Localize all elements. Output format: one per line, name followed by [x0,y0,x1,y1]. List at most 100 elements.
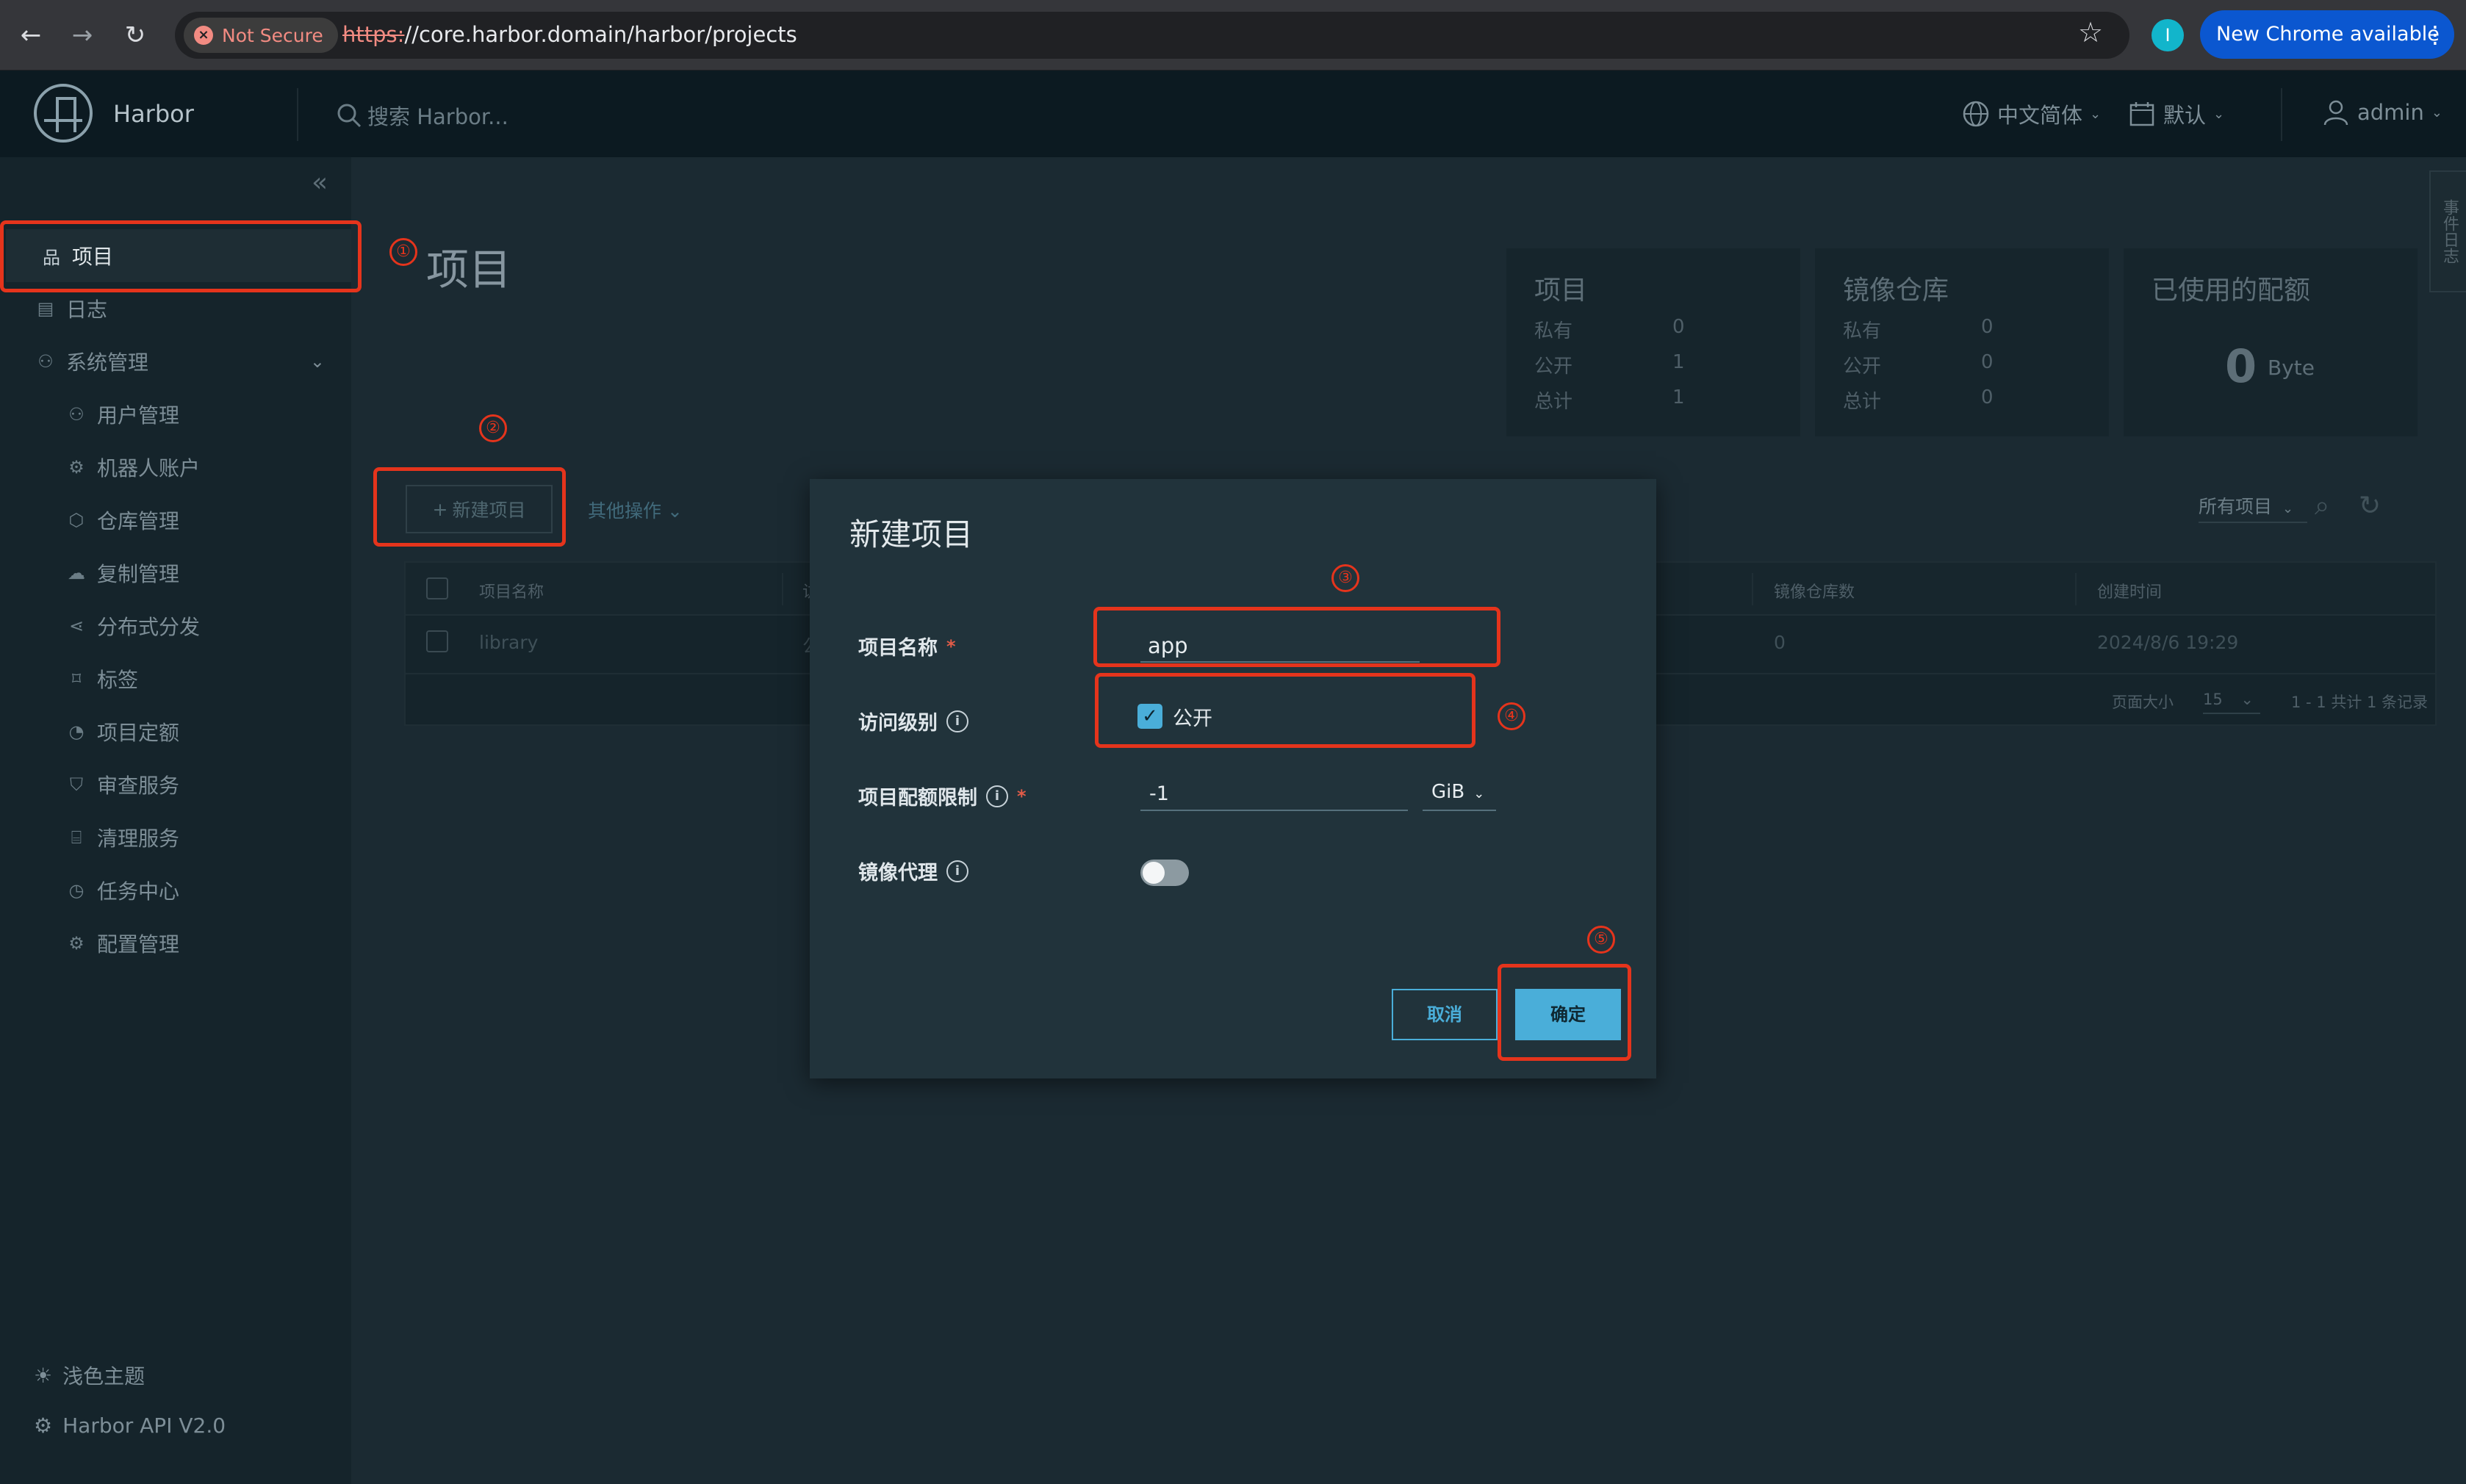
annotation-box-4 [1095,673,1475,748]
sidebar-item-robot-accounts[interactable]: ⚙ 机器人账户 [0,441,351,494]
annotation-box-3 [1093,607,1500,667]
stat-card-title: 已使用的配额 [2152,275,2311,306]
column-header-name[interactable]: 项目名称 [479,579,544,602]
api-label: Harbor API V2.0 [62,1413,226,1438]
project-filter-dropdown[interactable]: 所有项目 ⌄ [2199,492,2307,523]
sidebar-item-project-quotas[interactable]: ◔ 项目定额 [0,705,351,758]
sidebar-item-registries[interactable]: ⬡ 仓库管理 [0,494,351,547]
sun-icon: ☀ [34,1363,53,1388]
language-label: 中文简体 [1997,103,2083,128]
chevron-down-icon: ⌄ [666,500,683,522]
modal-title: 新建项目 [849,516,974,552]
info-icon[interactable]: i [946,710,968,732]
chevron-down-icon: ⌄ [2213,106,2225,122]
proxy-cache-toggle[interactable] [1140,860,1189,886]
search-placeholder: 搜索 Harbor... [367,104,508,129]
header-divider [2281,88,2282,141]
distribution-icon: ⋖ [68,616,85,636]
sidebar-item-distributions[interactable]: ⋖ 分布式分发 [0,599,351,652]
column-header-repo-count[interactable]: 镜像仓库数 [1774,579,1855,602]
refresh-icon[interactable]: ↻ [2359,491,2381,521]
users-icon: ⚇ [68,404,85,425]
reload-icon[interactable]: ↻ [118,18,153,53]
replication-icon: ☁ [68,563,85,583]
other-actions-dropdown[interactable]: 其他操作 ⌄ [588,497,683,523]
url-scheme: https: [342,22,405,47]
sidebar-item-interrogation[interactable]: ⛉ 审查服务 [0,758,351,811]
projects-stat-card: 项目 私有 0 公开 1 总计 1 [1506,248,1800,436]
page-size-select[interactable]: 15 ⌄ [2203,691,2260,714]
event-log-tab[interactable]: 事件日志 [2429,170,2466,292]
bookmark-star-icon[interactable]: ☆ [2078,16,2103,48]
user-menu[interactable]: admin ⌄ [2322,98,2442,126]
globe-icon [1963,101,1989,127]
row-checkbox[interactable] [426,630,448,652]
repos-stat-card: 镜像仓库 私有 0 公开 0 总计 0 [1815,248,2109,436]
annotation-box-2 [373,467,566,547]
annotation-number-4: ④ [1498,702,1525,730]
other-actions-label: 其他操作 [588,500,662,522]
chevron-down-icon: ⌄ [1473,786,1485,802]
required-mark: * [1017,785,1027,807]
sidebar-item-label: 配置管理 [97,932,180,957]
sidebar-item-labels[interactable]: ⌑ 标签 [0,652,351,705]
collapse-sidebar-icon[interactable]: « [312,168,328,198]
cancel-button[interactable]: 取消 [1392,989,1498,1040]
header-divider [297,88,298,141]
info-icon[interactable]: i [946,860,968,882]
logs-icon: ▤ [37,298,54,319]
created-time-cell: 2024/8/6 19:29 [2097,632,2239,653]
browser-menu-icon[interactable]: ⋮ [2423,10,2447,59]
quota-icon: ◔ [68,721,85,742]
chevron-down-icon: ⌄ [2282,501,2294,516]
api-icon: ⚙ [34,1413,53,1438]
brand-name[interactable]: Harbor [113,100,194,128]
language-selector[interactable]: 中文简体 ⌄ [1962,98,2101,129]
quota-limit-label: 项目配额限制 i * [858,785,1027,810]
pagination-summary: 1 - 1 共计 1 条记录 [2291,694,2429,711]
select-all-checkbox[interactable] [426,577,448,599]
url-text[interactable]: https://core.harbor.domain/harbor/projec… [342,22,797,47]
sidebar-item-job-service[interactable]: ◷ 任务中心 [0,864,351,917]
annotation-number-5: ⑤ [1587,926,1615,954]
sidebar-item-administration[interactable]: ⚇ 系统管理 ⌄ [0,335,351,388]
sidebar-item-configuration[interactable]: ⚙ 配置管理 [0,917,351,970]
quota-value: 0 [2225,339,2257,393]
sidebar-item-clean-up[interactable]: ⌸ 清理服务 [0,811,351,864]
chevron-down-icon: ⌄ [2431,104,2442,120]
search-icon[interactable]: ⌕ [2315,491,2329,522]
column-header-created[interactable]: 创建时间 [2097,579,2162,602]
quota-unit-select[interactable]: GiB ⌄ [1423,777,1496,811]
info-icon[interactable]: i [986,785,1008,807]
sidebar-item-label: 系统管理 [66,350,149,375]
profile-avatar[interactable]: I [2152,19,2184,51]
sidebar-item-replications[interactable]: ☁ 复制管理 [0,547,351,599]
calendar-icon [2129,102,2154,126]
theme-toggle[interactable]: ☀ 浅色主题 [34,1361,145,1390]
api-explorer-link[interactable]: ⚙ Harbor API V2.0 [34,1413,226,1438]
forward-icon[interactable]: → [65,18,100,53]
harbor-logo-icon[interactable] [34,84,93,143]
project-name-link[interactable]: library [479,632,538,653]
back-icon[interactable]: ← [13,18,48,53]
quota-stat-card: 已使用的配额 0 Byte [2124,248,2418,436]
sidebar-item-users[interactable]: ⚇ 用户管理 [0,388,351,441]
page-title: 项目 [426,245,512,295]
project-filter-label: 所有项目 [2199,496,2273,517]
user-name: admin [2357,100,2424,125]
stat-total: 总计 1 [1534,386,1685,413]
quota-limit-input[interactable] [1140,777,1408,811]
global-search[interactable]: 搜索 Harbor... [335,100,508,131]
sidebar-item-label: 分布式分发 [97,615,201,639]
sidebar-item-label: 日志 [66,298,108,322]
security-chip[interactable]: × Not Secure [184,18,338,53]
new-chrome-button[interactable]: New Chrome available [2200,10,2454,59]
stat-public: 公开 1 [1534,351,1685,378]
chevron-down-icon: ⌄ [309,351,325,372]
sidebar-item-label: 仓库管理 [97,509,180,533]
annotation-number-2: ② [479,414,507,442]
datetime-selector[interactable]: 默认 ⌄ [2128,98,2224,129]
chevron-down-icon: ⌄ [2090,106,2102,122]
sidebar-item-label: 清理服务 [97,826,180,851]
user-icon [2323,100,2348,126]
